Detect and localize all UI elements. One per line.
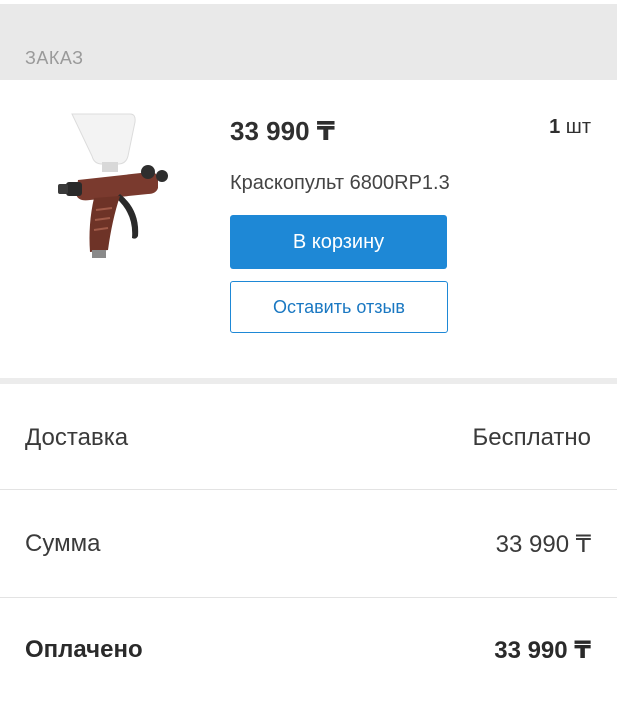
quantity-unit: шт <box>565 116 591 138</box>
quantity-number: 1 <box>549 116 561 138</box>
delivery-label: Доставка <box>25 424 129 451</box>
product-name[interactable]: Краскопульт 6800RP1.3 <box>230 172 450 195</box>
sum-row: Сумма 33 990 ₸ <box>0 490 617 598</box>
product-price: 33 990 ₸ <box>230 116 335 146</box>
product-image[interactable] <box>50 110 192 260</box>
paid-value: 33 990 ₸ <box>494 637 591 664</box>
delivery-value: Бесплатно <box>472 424 591 451</box>
sum-value: 33 990 ₸ <box>495 531 591 558</box>
add-to-cart-button[interactable]: В корзину <box>230 215 447 269</box>
order-section-header: ЗАКАЗ <box>0 4 617 80</box>
order-item-card: 33 990 ₸ 1 шт Краскопульт 6800RP1.3 В ко… <box>0 80 617 378</box>
spray-gun-image <box>58 113 168 258</box>
sum-label: Сумма <box>25 530 101 557</box>
paid-row: Оплачено 33 990 ₸ <box>0 598 617 704</box>
product-quantity: 1 шт <box>549 116 591 139</box>
delivery-row: Доставка Бесплатно <box>0 384 617 490</box>
section-title: ЗАКАЗ <box>25 48 84 68</box>
paid-label: Оплачено <box>25 636 143 663</box>
leave-review-button[interactable]: Оставить отзыв <box>230 281 448 333</box>
